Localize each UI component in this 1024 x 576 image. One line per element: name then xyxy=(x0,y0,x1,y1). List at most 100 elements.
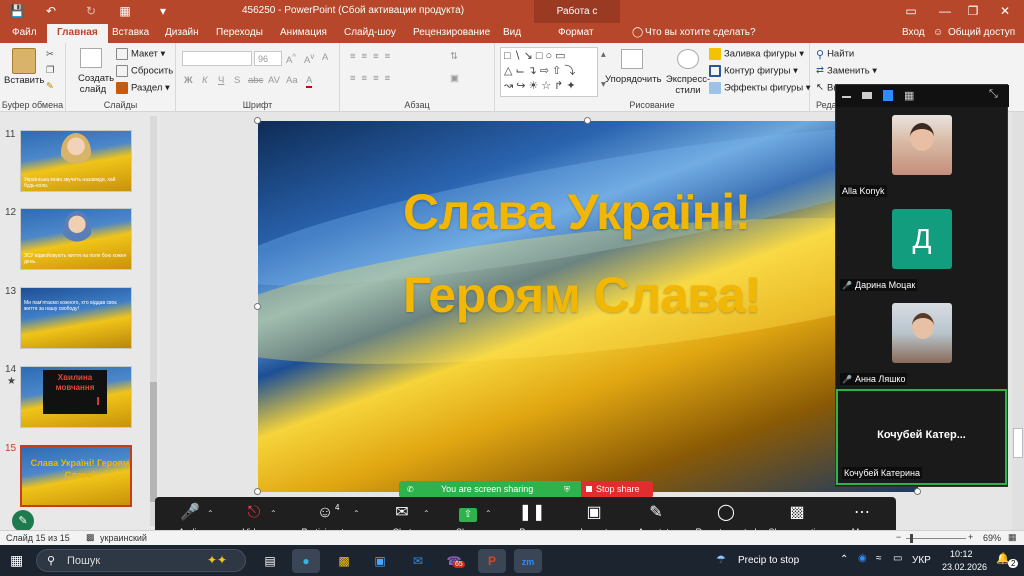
italic-button[interactable]: К xyxy=(202,75,208,86)
zoom-slider-thumb[interactable] xyxy=(910,534,913,543)
stop-share-button[interactable]: Stop share xyxy=(581,481,653,498)
strike-button[interactable]: S xyxy=(234,75,240,86)
paste-button[interactable]: Вставить xyxy=(4,75,44,86)
resize-handle[interactable] xyxy=(914,488,921,495)
file-explorer-icon[interactable]: ▩ xyxy=(330,549,358,573)
expand-panel-icon[interactable]: ⤡ xyxy=(989,88,998,101)
participant-tile[interactable]: Alla Konyk xyxy=(836,109,1007,201)
grow-font-icon[interactable]: A^ xyxy=(286,52,296,66)
quick-styles-button[interactable]: Экспресс-стили xyxy=(665,74,711,96)
tab-file[interactable]: Файл xyxy=(12,27,37,38)
powerpoint-icon[interactable]: P xyxy=(478,549,506,573)
shape-fill-button[interactable]: Заливка фигуры ▾ xyxy=(709,48,804,60)
windows-start-icon[interactable]: ▦ xyxy=(10,552,23,569)
clear-format-icon[interactable]: A xyxy=(322,52,328,63)
wifi-icon[interactable]: ≈ xyxy=(876,553,882,564)
clock-date[interactable]: 23.02.2026 xyxy=(942,562,987,572)
paste-icon[interactable] xyxy=(12,48,36,74)
zoom-tray-icon[interactable]: ◉ xyxy=(858,553,867,564)
slide-title-line-1[interactable]: Слава Україні! xyxy=(403,183,751,241)
format-painter-icon[interactable]: ✎ xyxy=(46,81,54,92)
store-icon[interactable]: ▣ xyxy=(366,549,394,573)
chat-options-chevron[interactable]: ⌃ xyxy=(423,509,430,518)
shapes-scroll-up[interactable]: ▴ xyxy=(601,49,606,60)
minimize-icon[interactable]: — xyxy=(936,3,954,20)
slide-thumbnail-15[interactable]: Слава Україні! Героям Слава! xyxy=(20,445,132,507)
language-indicator[interactable]: украинский xyxy=(100,533,147,543)
slide-title-line-2[interactable]: Героям Слава! xyxy=(403,266,761,324)
copy-icon[interactable]: ❐ xyxy=(46,65,55,76)
zoom-slider[interactable] xyxy=(906,538,966,539)
font-size-box[interactable]: 96 xyxy=(254,51,282,66)
gallery-view-icon[interactable]: ▦ xyxy=(904,89,914,102)
share-options-chevron[interactable]: ⌃ xyxy=(485,509,492,518)
align-buttons[interactable]: ≡≡≡≡ xyxy=(350,73,396,84)
new-slide-button[interactable]: Создать слайд xyxy=(78,73,114,95)
strikethrough-button[interactable]: abc xyxy=(248,75,263,86)
mail-icon[interactable]: ✉ xyxy=(404,549,432,573)
speaker-view-icon[interactable] xyxy=(862,92,872,99)
text-direction-icon[interactable]: ⇅ xyxy=(450,51,458,62)
current-slide[interactable]: Слава Україні! Героям Слава! xyxy=(258,121,918,492)
char-spacing-button[interactable]: AV xyxy=(268,75,280,86)
shape-effects-button[interactable]: Эффекты фигуры ▾ xyxy=(709,82,811,94)
input-language[interactable]: УКР xyxy=(912,555,931,566)
tab-home[interactable]: Главная xyxy=(47,24,108,43)
bold-button[interactable]: Ж xyxy=(184,75,193,86)
save-icon[interactable]: 💾 xyxy=(8,3,26,20)
shape-outline-button[interactable]: Контур фигуры ▾ xyxy=(709,65,798,77)
cut-icon[interactable]: ✂ xyxy=(46,49,54,60)
layout-button[interactable]: Макет ▾ xyxy=(116,48,165,60)
quick-styles-icon[interactable] xyxy=(677,49,699,69)
editor-scroll-thumb[interactable] xyxy=(1013,428,1023,458)
tray-chevron-icon[interactable]: ⌃ xyxy=(840,554,848,565)
tab-review[interactable]: Рецензирование xyxy=(413,27,490,38)
resize-handle[interactable] xyxy=(254,488,261,495)
reset-button[interactable]: Сбросить xyxy=(116,65,173,77)
weather-text[interactable]: Precip to stop xyxy=(738,555,799,566)
slide-thumbnail-14[interactable]: Хвилина мовчання xyxy=(20,366,132,428)
zoom-in-icon[interactable]: + xyxy=(968,532,973,542)
find-button[interactable]: ⚲ Найти xyxy=(816,48,854,61)
start-presentation-icon[interactable]: ▦ xyxy=(116,3,134,20)
share-button[interactable]: Общий доступ xyxy=(948,27,1015,38)
restore-icon[interactable]: ❐ xyxy=(964,3,982,20)
video-options-chevron[interactable]: ⌃ xyxy=(270,509,277,518)
new-slide-icon[interactable] xyxy=(80,48,102,68)
audio-options-chevron[interactable]: ⌃ xyxy=(207,509,214,518)
shrink-font-icon[interactable]: Av xyxy=(304,52,314,66)
customize-toolbar-icon[interactable]: ▾ xyxy=(154,3,172,20)
zoom-app-icon[interactable]: zm xyxy=(514,549,542,573)
change-case-button[interactable]: Aa xyxy=(286,75,298,86)
font-name-box[interactable] xyxy=(182,51,252,66)
resize-handle[interactable] xyxy=(254,303,261,310)
resize-handle[interactable] xyxy=(254,117,261,124)
list-buttons[interactable]: ≡≡≡≡ xyxy=(350,51,396,62)
tab-format[interactable]: Формат xyxy=(558,27,594,38)
tab-slideshow[interactable]: Слайд-шоу xyxy=(344,27,396,38)
tab-design[interactable]: Дизайн xyxy=(165,27,199,38)
close-icon[interactable]: ✕ xyxy=(996,3,1014,20)
resize-handle[interactable] xyxy=(584,117,591,124)
slide-thumbnail-11[interactable]: Українська мова звучить назавжди, хай бу… xyxy=(20,130,132,192)
pen-annotate-icon[interactable]: ✎ xyxy=(12,510,34,532)
shapes-gallery[interactable]: □∖↘□○▭ △⌙↴⇨⇧⤵ ↝↪☀☆↱✦ xyxy=(500,47,598,97)
slide-thumbnail-13[interactable]: Ми пам'ятаємо кожного, хто віддав своє ж… xyxy=(20,287,132,349)
tab-insert[interactable]: Вставка xyxy=(112,27,149,38)
fit-slide-icon[interactable]: ▦ xyxy=(1008,532,1017,543)
tab-animations[interactable]: Анимация xyxy=(280,27,327,38)
sign-in-link[interactable]: Вход xyxy=(902,27,925,38)
undo-icon[interactable]: ↶ xyxy=(42,3,60,20)
participant-tile[interactable]: Д 🎤 Дарина Моцак xyxy=(836,203,1007,295)
slide-thumbnail-12[interactable]: ЗСУ відвойовують життя на поле бою кожен… xyxy=(20,208,132,270)
replace-button[interactable]: ⇄ Заменить ▾ xyxy=(816,65,877,77)
zoom-out-icon[interactable]: − xyxy=(896,532,901,542)
taskbar-search-box[interactable]: ⚲ Пошук ✦✦ xyxy=(36,549,246,572)
spellcheck-icon[interactable]: ▩ xyxy=(86,532,95,543)
tab-view[interactable]: Вид xyxy=(503,27,521,38)
editor-scrollbar[interactable] xyxy=(1012,112,1024,530)
task-view-icon[interactable]: ▤ xyxy=(256,549,284,573)
zoom-percentage[interactable]: 69% xyxy=(983,533,1001,543)
ribbon-display-icon[interactable]: ▭ xyxy=(902,3,920,20)
edge-browser-icon[interactable]: ● xyxy=(292,549,320,573)
